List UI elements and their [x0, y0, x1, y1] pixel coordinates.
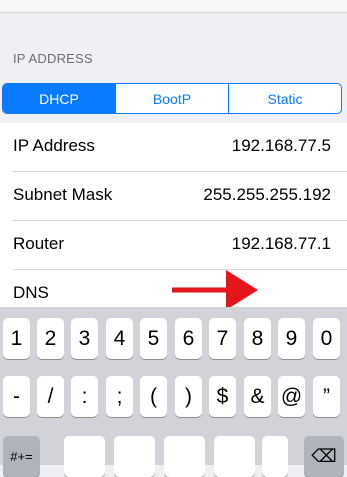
row-subnet-mask[interactable]: Subnet Mask 255.255.255.192: [13, 172, 347, 221]
key-dollar[interactable]: $: [209, 376, 236, 417]
segment-static[interactable]: Static: [228, 84, 341, 113]
key-period[interactable]: [64, 436, 105, 477]
key-ampersand[interactable]: &: [244, 376, 271, 417]
key-4[interactable]: 4: [106, 318, 133, 359]
key-1[interactable]: 1: [3, 318, 30, 359]
key-comma[interactable]: [114, 436, 155, 477]
key-open-paren[interactable]: (: [140, 376, 167, 417]
section-header: IP ADDRESS: [13, 51, 93, 66]
previous-section-strip: [0, 0, 347, 13]
key-5[interactable]: 5: [140, 318, 167, 359]
ip-mode-segmented-control[interactable]: DHCP BootP Static: [2, 83, 342, 114]
key-at[interactable]: @: [278, 376, 305, 417]
key-apostrophe[interactable]: [262, 436, 288, 477]
key-8[interactable]: 8: [244, 318, 271, 359]
key-colon[interactable]: :: [71, 376, 98, 417]
red-arrow-icon: [172, 270, 258, 310]
key-9[interactable]: 9: [278, 318, 305, 359]
ip-address-label: IP Address: [13, 136, 95, 155]
segment-dhcp[interactable]: DHCP: [3, 84, 115, 113]
router-label: Router: [13, 234, 65, 253]
ip-address-value: 192.168.77.5: [231, 136, 331, 155]
key-6[interactable]: 6: [175, 318, 202, 359]
key-slash[interactable]: /: [37, 376, 64, 417]
numeric-keyboard: 1 2 3 4 5 6 7 8 9 0 - / : ; ( ) $ & @ ” …: [0, 307, 347, 477]
key-7[interactable]: 7: [209, 318, 236, 359]
key-quote[interactable]: ”: [313, 376, 340, 417]
segment-bootp[interactable]: BootP: [115, 84, 228, 113]
key-close-paren[interactable]: ): [175, 376, 202, 417]
key-more-symbols[interactable]: #+=: [3, 436, 40, 477]
subnet-mask-label: Subnet Mask: [13, 185, 113, 204]
row-router[interactable]: Router 192.168.77.1: [13, 221, 347, 270]
key-2[interactable]: 2: [37, 318, 64, 359]
delete-key-icon[interactable]: ⌫: [304, 436, 344, 477]
key-0[interactable]: 0: [313, 318, 340, 359]
router-value: 192.168.77.1: [231, 234, 331, 253]
subnet-mask-value: 255.255.255.192: [203, 185, 331, 204]
key-exclamation[interactable]: [214, 436, 255, 477]
dns-label: DNS: [13, 283, 49, 302]
row-ip-address[interactable]: IP Address 192.168.77.5: [13, 123, 347, 172]
key-question[interactable]: [164, 436, 205, 477]
key-hyphen[interactable]: -: [3, 376, 30, 417]
key-3[interactable]: 3: [71, 318, 98, 359]
key-semicolon[interactable]: ;: [106, 376, 133, 417]
